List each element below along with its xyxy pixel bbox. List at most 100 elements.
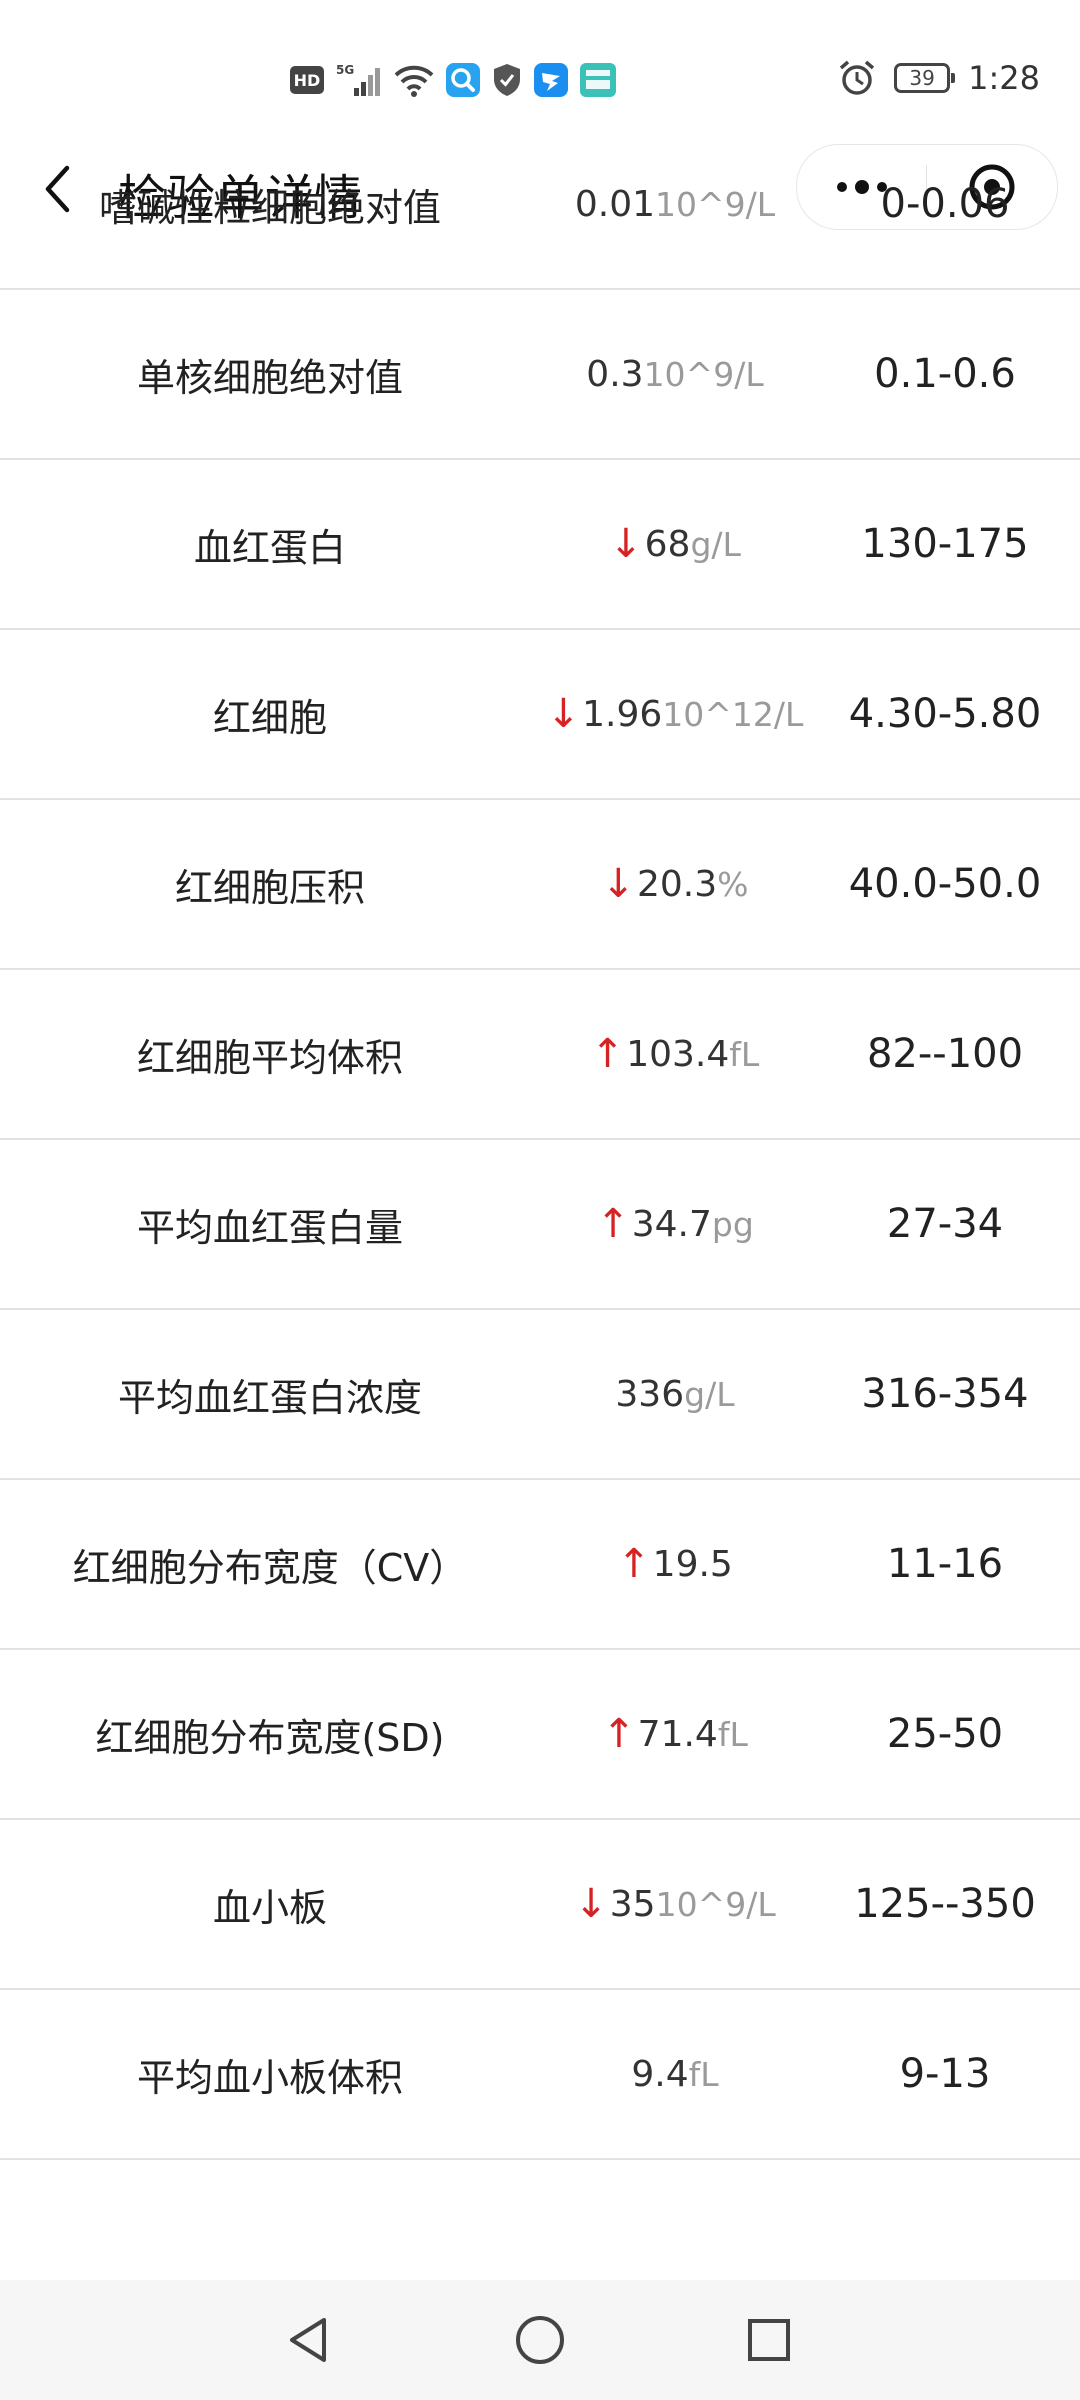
search-app-icon (446, 62, 480, 98)
result-value: 9.4 (631, 2053, 689, 2095)
result-row: 红细胞压积 ↓ 20.3% 40.0-50.0 (0, 800, 1080, 970)
test-name: 红细胞平均体积 (136, 1035, 403, 1080)
test-result: 0.01 10^9/L (540, 120, 810, 288)
result-value: 35 (609, 1883, 656, 1925)
test-result: ↑ 34.7 pg (540, 1140, 810, 1308)
arrow-up-icon: ↑ (590, 1031, 625, 1077)
reference-range: 11-16 (886, 1541, 1004, 1587)
result-unit: 10^9/L (655, 1884, 776, 1924)
reference-range: 0-0.06 (880, 181, 1010, 227)
arrow-up-icon: ↑ (596, 1201, 630, 1247)
result-value: 0.3 (586, 353, 644, 395)
nav-home-button[interactable] (504, 2304, 576, 2376)
nav-recents-button[interactable] (733, 2304, 805, 2376)
wifi-icon (394, 62, 434, 98)
battery-icon: 39 (894, 63, 956, 93)
cellular-signal-icon: 5G (336, 62, 382, 98)
test-result: ↓ 35 10^9/L (540, 1820, 810, 1988)
result-value: 336 (615, 1373, 685, 1415)
arrow-up-icon: ↑ (602, 1711, 636, 1757)
result-unit: pg (711, 1204, 754, 1244)
test-name: 嗜碱性粒细胞绝对值 (98, 185, 441, 230)
reference-range: 25-50 (886, 1711, 1004, 1757)
status-icons-right: 39 1:28 (838, 56, 1040, 100)
result-value: 1.96 (582, 693, 663, 735)
reference-range: 27-34 (886, 1201, 1004, 1247)
result-unit: 10^9/L (643, 354, 764, 394)
test-name: 平均血小板体积 (136, 2055, 403, 2100)
boss-app-icon (580, 62, 616, 98)
test-result: 0.3 10^9/L (540, 290, 810, 458)
result-value: 0.01 (574, 183, 655, 225)
test-result: ↑ 103.4 fL (540, 970, 810, 1138)
test-name: 平均血红蛋白浓度 (117, 1375, 422, 1420)
hd-icon: HD (290, 66, 324, 94)
result-row: 红细胞分布宽度（CV） ↑ 19.5 11-16 (0, 1480, 1080, 1650)
reference-range: 125--350 (854, 1881, 1036, 1927)
test-result: ↑ 71.4 fL (540, 1650, 810, 1818)
reference-range: 82--100 (866, 1031, 1024, 1077)
test-name: 平均血红蛋白量 (136, 1205, 403, 1250)
test-name: 血红蛋白 (193, 525, 346, 570)
result-row: 平均血红蛋白量 ↑ 34.7 pg 27-34 (0, 1140, 1080, 1310)
status-time: 1:28 (968, 59, 1040, 97)
result-unit: % (717, 864, 749, 904)
system-navigation-bar (0, 2280, 1080, 2400)
test-result: ↓ 1.96 10^12/L (540, 630, 810, 798)
result-row: 红细胞分布宽度(SD) ↑ 71.4 fL 25-50 (0, 1650, 1080, 1820)
arrow-down-icon: ↓ (574, 1881, 608, 1927)
test-result: 9.4 fL (540, 1990, 810, 2158)
result-unit: fL (717, 1714, 748, 1754)
reference-range: 316-354 (861, 1371, 1029, 1417)
result-row: 血小板 ↓ 35 10^9/L 125--350 (0, 1820, 1080, 1990)
home-circle-icon (516, 2316, 564, 2364)
result-row: 单核细胞绝对值 0.3 10^9/L 0.1-0.6 (0, 290, 1080, 460)
back-triangle-icon (290, 2318, 326, 2362)
alarm-clock-icon (838, 60, 876, 96)
result-value: 20.3 (637, 863, 718, 905)
test-name: 红细胞分布宽度(SD) (95, 1715, 445, 1760)
test-name: 红细胞压积 (174, 865, 365, 910)
test-result: 336 g/L (540, 1310, 810, 1478)
reference-range: 40.0-50.0 (848, 861, 1042, 907)
arrow-down-icon: ↓ (609, 521, 643, 567)
result-row: 平均血小板体积 9.4 fL 9-13 (0, 1990, 1080, 2160)
test-result: ↓ 20.3% (540, 800, 810, 968)
nav-back-button[interactable] (272, 2304, 344, 2376)
test-name: 红细胞 (212, 695, 327, 740)
test-result: ↑ 19.5 (540, 1480, 810, 1648)
result-unit: 10^9/L (655, 184, 776, 224)
result-value: 71.4 (637, 1713, 718, 1755)
dingtalk-app-icon (534, 62, 568, 98)
test-name: 血小板 (212, 1885, 327, 1930)
result-value: 68 (644, 523, 691, 565)
reference-range: 9-13 (899, 2051, 991, 2097)
result-value: 103.4 (626, 1033, 730, 1075)
test-result: ↓ 68 g/L (540, 460, 810, 628)
result-row: 红细胞平均体积 ↑ 103.4 fL 82--100 (0, 970, 1080, 1140)
network-type-label: 5G (336, 63, 354, 77)
arrow-down-icon: ↓ (546, 691, 581, 737)
result-unit: fL (729, 1034, 760, 1074)
result-row: 红细胞 ↓ 1.96 10^12/L 4.30-5.80 (0, 630, 1080, 800)
arrow-up-icon: ↑ (617, 1541, 651, 1587)
result-unit: fL (688, 2054, 719, 2094)
battery-level: 39 (909, 66, 935, 90)
test-name: 单核细胞绝对值 (136, 355, 403, 400)
reference-range: 130-175 (861, 521, 1029, 567)
result-unit: 10^12/L (662, 694, 804, 734)
result-unit: g/L (684, 1374, 735, 1414)
result-value: 19.5 (652, 1543, 733, 1585)
result-value: 34.7 (631, 1203, 712, 1245)
result-row: 血红蛋白 ↓ 68 g/L 130-175 (0, 460, 1080, 630)
reference-range: 4.30-5.80 (848, 691, 1042, 737)
arrow-down-icon: ↓ (601, 861, 635, 907)
recents-square-icon (748, 2319, 790, 2361)
status-icons-left: HD 5G (290, 58, 616, 102)
result-row: 嗜碱性粒细胞绝对值 0.01 10^9/L 0-0.06 (0, 120, 1080, 290)
result-unit: g/L (690, 524, 741, 564)
test-name: 红细胞分布宽度（CV） (72, 1545, 468, 1590)
result-row: 平均血红蛋白浓度 336 g/L 316-354 (0, 1310, 1080, 1480)
shield-icon (492, 62, 522, 98)
reference-range: 0.1-0.6 (874, 351, 1016, 397)
